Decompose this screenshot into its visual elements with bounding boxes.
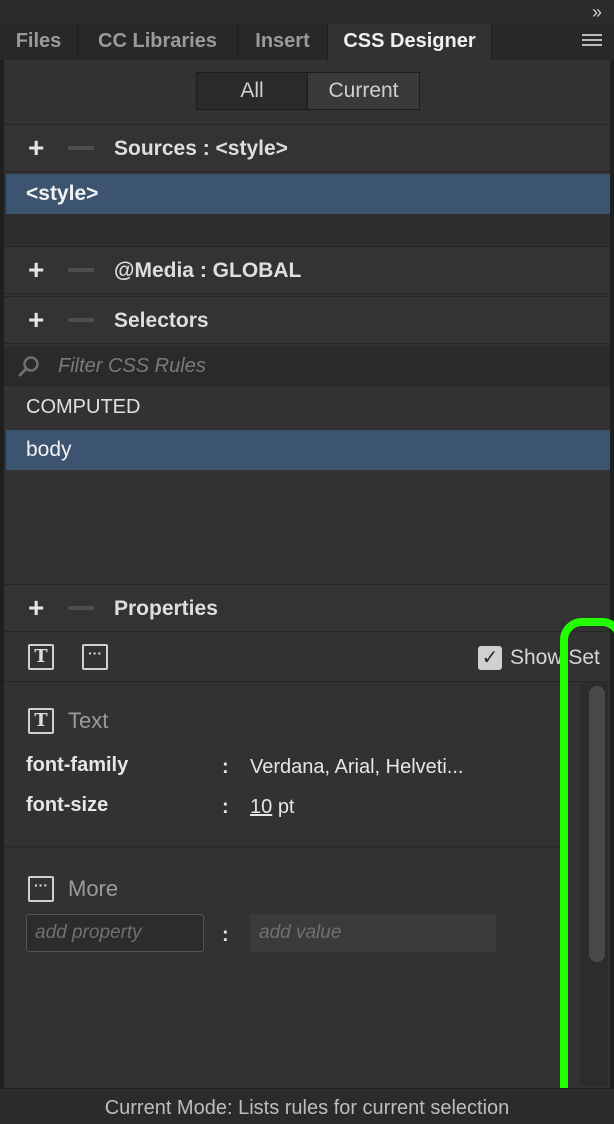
properties-toolbar: T ··· ✓ Show Set xyxy=(4,634,610,682)
more-category-icon[interactable]: ··· xyxy=(82,644,108,670)
more-group-label: More xyxy=(68,876,119,901)
tab-files[interactable]: Files xyxy=(0,24,78,60)
filter-input[interactable]: Filter CSS Rules xyxy=(58,355,206,378)
properties-header: + Properties xyxy=(4,584,610,632)
property-value-font-size: 10 pt xyxy=(250,796,295,819)
status-bar: Current Mode: Lists rules for current se… xyxy=(0,1088,614,1124)
property-value-font-family[interactable]: Verdana, Arial, Helveti... xyxy=(250,756,463,779)
text-group-label: Text xyxy=(68,708,109,733)
mode-all-button[interactable]: All xyxy=(197,73,308,109)
selector-item-computed[interactable]: COMPUTED xyxy=(26,396,140,419)
selectors-title: Selectors xyxy=(114,309,209,332)
mode-current-button[interactable]: Current xyxy=(308,73,419,109)
panel-top-strip: ›› xyxy=(0,0,614,24)
remove-source-button[interactable] xyxy=(68,146,94,150)
tab-insert[interactable]: Insert xyxy=(238,24,328,60)
scrollbar-highlight-annotation xyxy=(560,618,614,1124)
filter-css-rules[interactable]: Filter CSS Rules xyxy=(4,346,610,386)
sources-list-empty xyxy=(4,214,610,246)
status-text: Current Mode: Lists rules for current se… xyxy=(104,1097,510,1119)
add-value-input[interactable]: add value xyxy=(250,914,496,952)
double-chevron-right-icon[interactable]: ›› xyxy=(592,2,602,23)
property-separator: : xyxy=(222,796,229,818)
sources-title: Sources : <style> xyxy=(114,137,288,160)
property-name-font-size: font-size xyxy=(26,794,109,816)
property-separator: : xyxy=(222,756,229,778)
add-property-button[interactable]: + xyxy=(28,594,44,622)
remove-media-button[interactable] xyxy=(68,268,94,272)
add-selector-button[interactable]: + xyxy=(28,306,44,334)
text-category-icon[interactable]: T xyxy=(28,644,54,670)
add-source-button[interactable]: + xyxy=(28,134,44,162)
hamburger-menu-icon[interactable] xyxy=(582,34,602,48)
property-name-font-family: font-family xyxy=(26,754,129,776)
more-group-icon: ··· xyxy=(28,876,54,902)
tab-bar: Files CC Libraries Insert CSS Designer xyxy=(0,24,614,60)
source-item-style[interactable]: <style> xyxy=(6,174,610,214)
selector-item-body[interactable]: body xyxy=(6,430,610,470)
selectors-header: + Selectors xyxy=(4,296,610,344)
add-separator: : xyxy=(222,924,229,946)
properties-title: Properties xyxy=(114,597,218,620)
css-designer-panel: ›› Files CC Libraries Insert CSS Designe… xyxy=(0,0,614,1124)
media-header: + @Media : GLOBAL xyxy=(4,246,610,294)
remove-selector-button[interactable] xyxy=(68,318,94,322)
remove-property-button[interactable] xyxy=(68,606,94,610)
text-group-icon: T xyxy=(28,708,54,734)
group-divider xyxy=(4,846,558,848)
show-set-checkbox[interactable]: ✓ xyxy=(478,646,502,670)
media-title: @Media : GLOBAL xyxy=(114,259,302,282)
add-property-input[interactable]: add property xyxy=(26,914,204,952)
font-size-number[interactable]: 10 xyxy=(250,796,272,818)
sources-header: + Sources : <style> xyxy=(4,124,610,172)
search-icon xyxy=(18,356,39,377)
font-size-unit[interactable]: pt xyxy=(278,796,295,818)
add-media-button[interactable]: + xyxy=(28,256,44,284)
tab-css-designer[interactable]: CSS Designer xyxy=(328,24,492,60)
tab-cc-libraries[interactable]: CC Libraries xyxy=(78,24,238,60)
mode-toggle: All Current xyxy=(196,72,420,110)
